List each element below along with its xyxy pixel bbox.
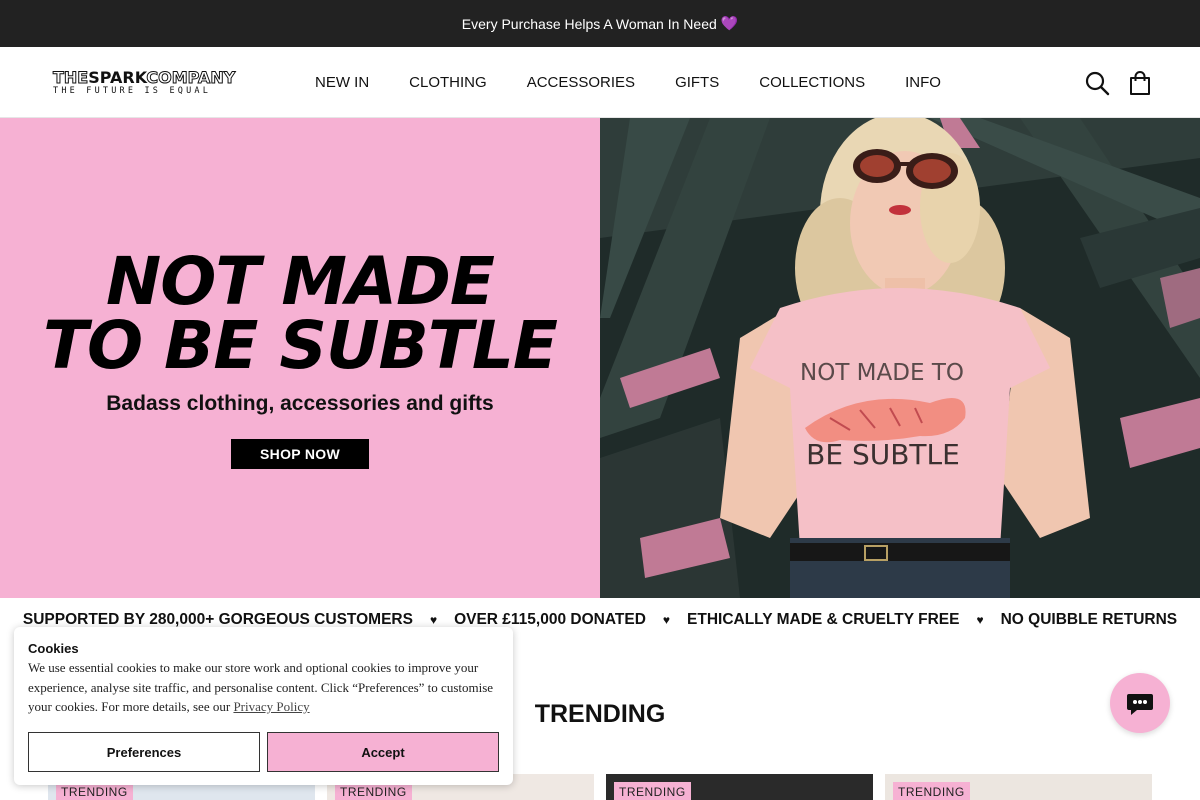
- logo-tagline: THE FUTURE IS EQUAL: [53, 86, 212, 96]
- site-header: THESPARKCOMPANY THE FUTURE IS EQUAL NEW …: [0, 47, 1200, 118]
- chat-icon: [1127, 694, 1153, 715]
- hero-title-line2: TO BE SUBTLE: [42, 307, 558, 384]
- shirt-line2: BE SUBTLE: [806, 438, 960, 471]
- logo-the: THE: [52, 68, 89, 87]
- main-nav: NEW IN CLOTHING ACCESSORIES GIFTS COLLEC…: [295, 47, 961, 117]
- heart-icon: ♥: [429, 613, 438, 627]
- hero-title-line1: NOT MADE: [106, 243, 495, 320]
- product-card[interactable]: TRENDING: [606, 774, 873, 800]
- announcement-bar: Every Purchase Helps A Woman In Need 💜: [0, 0, 1200, 47]
- hero-subtitle: Badass clothing, accessories and gifts: [106, 392, 494, 415]
- cookie-banner: Cookies We use essential cookies to make…: [14, 627, 513, 785]
- purple-heart-icon: 💜: [720, 15, 739, 31]
- privacy-policy-link[interactable]: Privacy Policy: [233, 699, 309, 714]
- product-card[interactable]: TRENDING: [885, 774, 1152, 800]
- nav-collections[interactable]: COLLECTIONS: [739, 74, 885, 91]
- nav-clothing[interactable]: CLOTHING: [389, 74, 507, 91]
- search-icon[interactable]: [1084, 70, 1110, 96]
- heart-icon: ♥: [976, 613, 984, 627]
- nav-gifts[interactable]: GIFTS: [655, 74, 739, 91]
- nav-accessories[interactable]: ACCESSORIES: [507, 74, 655, 91]
- accept-button[interactable]: Accept: [267, 732, 499, 772]
- hero-banner: NOT MADE TO BE SUBTLE Badass clothing, a…: [0, 118, 600, 598]
- hero-title: NOT MADE TO BE SUBTLE: [0, 243, 600, 384]
- trending-badge: TRENDING: [893, 782, 970, 800]
- cookie-text: We use essential cookies to make our sto…: [28, 658, 498, 717]
- shop-now-button[interactable]: SHOP NOW: [231, 439, 369, 469]
- usp-ethical: ETHICALLY MADE & CRUELTY FREE: [687, 611, 960, 628]
- usp-returns: NO QUIBBLE RETURNS: [1000, 611, 1178, 628]
- logo-spark: SPARK: [88, 68, 147, 87]
- heart-icon: ♥: [662, 613, 671, 627]
- cookie-title: Cookies: [28, 641, 79, 656]
- shirt-line1: NOT MADE TO: [800, 360, 964, 386]
- logo-company: COMPANY: [146, 68, 236, 87]
- bag-icon[interactable]: [1127, 70, 1153, 96]
- trending-badge: TRENDING: [614, 782, 691, 800]
- chat-button[interactable]: [1110, 673, 1170, 733]
- logo[interactable]: THESPARKCOMPANY THE FUTURE IS EQUAL: [52, 68, 243, 97]
- nav-info[interactable]: INFO: [885, 74, 961, 91]
- hero-photo: NOT MADE TO BE SUBTLE: [600, 118, 1200, 598]
- announcement-text: Every Purchase Helps A Woman In Need: [461, 15, 717, 32]
- preferences-button[interactable]: Preferences: [28, 732, 260, 772]
- nav-new-in[interactable]: NEW IN: [295, 74, 389, 91]
